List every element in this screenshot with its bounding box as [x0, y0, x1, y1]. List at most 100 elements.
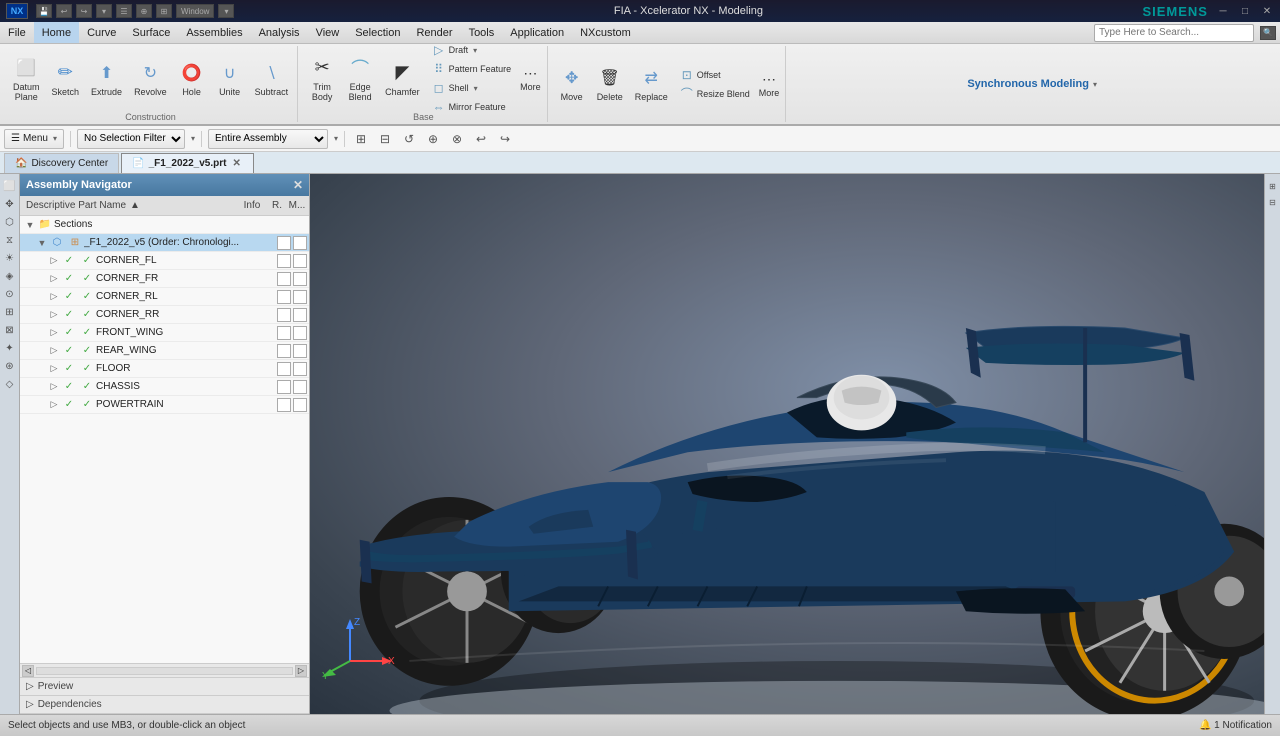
nav-rear-wing[interactable]: ▷ ✓ ✓ REAR_WING: [20, 342, 309, 360]
maximize-button[interactable]: □: [1238, 4, 1252, 18]
left-icon-6[interactable]: ◈: [2, 268, 18, 284]
minimize-button[interactable]: ─: [1216, 4, 1230, 18]
front-wing-expander[interactable]: ▷: [48, 327, 60, 339]
sections-expander[interactable]: ▼: [24, 219, 36, 231]
right-icon-1[interactable]: ⊞: [1265, 178, 1280, 194]
nav-floor[interactable]: ▷ ✓ ✓ FLOOR: [20, 360, 309, 378]
hscroll-left[interactable]: ◁: [22, 665, 34, 677]
left-icon-2[interactable]: ✥: [2, 196, 18, 212]
menu-file[interactable]: File: [0, 22, 34, 43]
selection-filter-select[interactable]: No Selection Filter: [77, 129, 185, 149]
unite-button[interactable]: ∪ Unite: [212, 53, 248, 105]
f1-part-close-button[interactable]: ✕: [230, 158, 242, 169]
powertrain-expander[interactable]: ▷: [48, 399, 60, 411]
hscroll-track[interactable]: [36, 667, 293, 675]
add-btn[interactable]: ⊕: [423, 129, 443, 149]
menu-curve[interactable]: Curve: [79, 22, 124, 43]
left-icon-3[interactable]: ⬡: [2, 214, 18, 230]
remove-btn[interactable]: ⊗: [447, 129, 467, 149]
search-input[interactable]: [1094, 24, 1254, 42]
left-icon-10[interactable]: ✦: [2, 340, 18, 356]
tab-discovery-center[interactable]: 🏠 Discovery Center: [4, 153, 119, 173]
close-button[interactable]: ✕: [1260, 4, 1274, 18]
right-icon-2[interactable]: ⊟: [1265, 194, 1280, 210]
snap-btn-2[interactable]: ⊟: [375, 129, 395, 149]
nav-powertrain[interactable]: ▷ ✓ ✓ POWERTRAIN: [20, 396, 309, 414]
subtract-button[interactable]: ∖ Subtract: [250, 53, 294, 105]
window-menu[interactable]: Window: [176, 4, 214, 18]
nav-corner-rr[interactable]: ▷ ✓ ✓ CORNER_RR: [20, 306, 309, 324]
left-icon-1[interactable]: ⬜: [2, 178, 18, 194]
navigator-close-button[interactable]: ✕: [293, 178, 303, 192]
viewport[interactable]: Z X Y: [310, 174, 1264, 714]
left-icon-8[interactable]: ⊞: [2, 304, 18, 320]
back-btn[interactable]: ↩: [471, 129, 491, 149]
shell-button[interactable]: ◻ Shell ▾: [427, 79, 517, 97]
menu-surface[interactable]: Surface: [124, 22, 178, 43]
base-more-button[interactable]: ⋯ More: [518, 53, 543, 105]
menu-application[interactable]: Application: [502, 22, 572, 43]
forward-btn[interactable]: ↪: [495, 129, 515, 149]
redo-icon[interactable]: ↪: [76, 4, 92, 18]
dependencies-section-header[interactable]: ▷ Dependencies: [20, 696, 309, 714]
edge-blend-button[interactable]: ⌒ EdgeBlend: [342, 53, 378, 105]
touch-mode-icon[interactable]: ☰: [116, 4, 132, 18]
mirror-feature-button[interactable]: ⇔ Mirror Feature: [427, 98, 517, 116]
menu-home[interactable]: Home: [34, 22, 79, 43]
chassis-expander[interactable]: ▷: [48, 381, 60, 393]
corner-rr-expander[interactable]: ▷: [48, 309, 60, 321]
filter-icon[interactable]: ⊞: [156, 4, 172, 18]
more-access-icon[interactable]: ▾: [96, 4, 112, 18]
left-icon-9[interactable]: ⊠: [2, 322, 18, 338]
resize-blend-button[interactable]: ⌒ Resize Blend: [675, 85, 755, 103]
preview-section-header[interactable]: ▷ Preview: [20, 678, 309, 696]
undo-icon[interactable]: ↩: [56, 4, 72, 18]
menu-button[interactable]: ☰ Menu ▾: [4, 129, 64, 149]
rear-wing-expander[interactable]: ▷: [48, 345, 60, 357]
menu-tools[interactable]: Tools: [461, 22, 503, 43]
revolve-button[interactable]: ↻ Revolve: [129, 53, 172, 105]
draft-button[interactable]: ▷ Draft ▾: [427, 44, 517, 59]
tab-f1-part[interactable]: 📄 _F1_2022_v5.prt ✕: [121, 153, 254, 173]
pattern-feature-button[interactable]: ⠿ Pattern Feature: [427, 60, 517, 78]
col-info-header[interactable]: Info: [237, 200, 267, 211]
sketch-button[interactable]: ✏ Sketch: [47, 53, 85, 105]
datum-plane-button[interactable]: ⬜ DatumPlane: [8, 53, 45, 105]
nav-corner-fl[interactable]: ▷ ✓ ✓ CORNER_FL: [20, 252, 309, 270]
snap-icon[interactable]: ⊕: [136, 4, 152, 18]
floor-expander[interactable]: ▷: [48, 363, 60, 375]
left-icon-7[interactable]: ⊙: [2, 286, 18, 302]
navigator-hscroll[interactable]: ◁ ▷: [20, 663, 309, 677]
extrude-button[interactable]: ⬆ Extrude: [86, 53, 127, 105]
menu-render[interactable]: Render: [408, 22, 460, 43]
chamfer-button[interactable]: ◤ Chamfer: [380, 53, 425, 105]
left-icon-12[interactable]: ◇: [2, 376, 18, 392]
assembly-select[interactable]: Entire Assembly: [208, 129, 328, 149]
snap-grid-button[interactable]: ⊞: [351, 129, 371, 149]
hscroll-right[interactable]: ▷: [295, 665, 307, 677]
move-button[interactable]: ✥ Move: [554, 58, 590, 110]
rotate-btn[interactable]: ↺: [399, 129, 419, 149]
search-button[interactable]: 🔍: [1260, 26, 1276, 40]
corner-fl-expander[interactable]: ▷: [48, 255, 60, 267]
edit-more-button[interactable]: ⋯ More: [757, 58, 782, 110]
nav-chassis[interactable]: ▷ ✓ ✓ CHASSIS: [20, 378, 309, 396]
menu-selection[interactable]: Selection: [347, 22, 408, 43]
nav-corner-fr[interactable]: ▷ ✓ ✓ CORNER_FR: [20, 270, 309, 288]
left-icon-11[interactable]: ⊛: [2, 358, 18, 374]
menu-analysis[interactable]: Analysis: [251, 22, 308, 43]
offset-button[interactable]: ⊡ Offset: [675, 66, 755, 84]
menu-view[interactable]: View: [308, 22, 348, 43]
nav-corner-rl[interactable]: ▷ ✓ ✓ CORNER_RL: [20, 288, 309, 306]
hole-button[interactable]: ⭕ Hole: [174, 53, 210, 105]
corner-fr-expander[interactable]: ▷: [48, 273, 60, 285]
trim-body-button[interactable]: ✂ TrimBody: [304, 53, 340, 105]
f1-root-expander[interactable]: ▼: [36, 237, 48, 249]
left-icon-5[interactable]: ☀: [2, 250, 18, 266]
nav-sections-row[interactable]: ▼ 📁 Sections: [20, 216, 309, 234]
corner-rl-expander[interactable]: ▷: [48, 291, 60, 303]
nav-front-wing[interactable]: ▷ ✓ ✓ FRONT_WING: [20, 324, 309, 342]
left-icon-4[interactable]: ⧖: [2, 232, 18, 248]
replace-button[interactable]: ⇄ Replace: [630, 58, 673, 110]
menu-nxcustom[interactable]: NXcustom: [572, 22, 639, 43]
